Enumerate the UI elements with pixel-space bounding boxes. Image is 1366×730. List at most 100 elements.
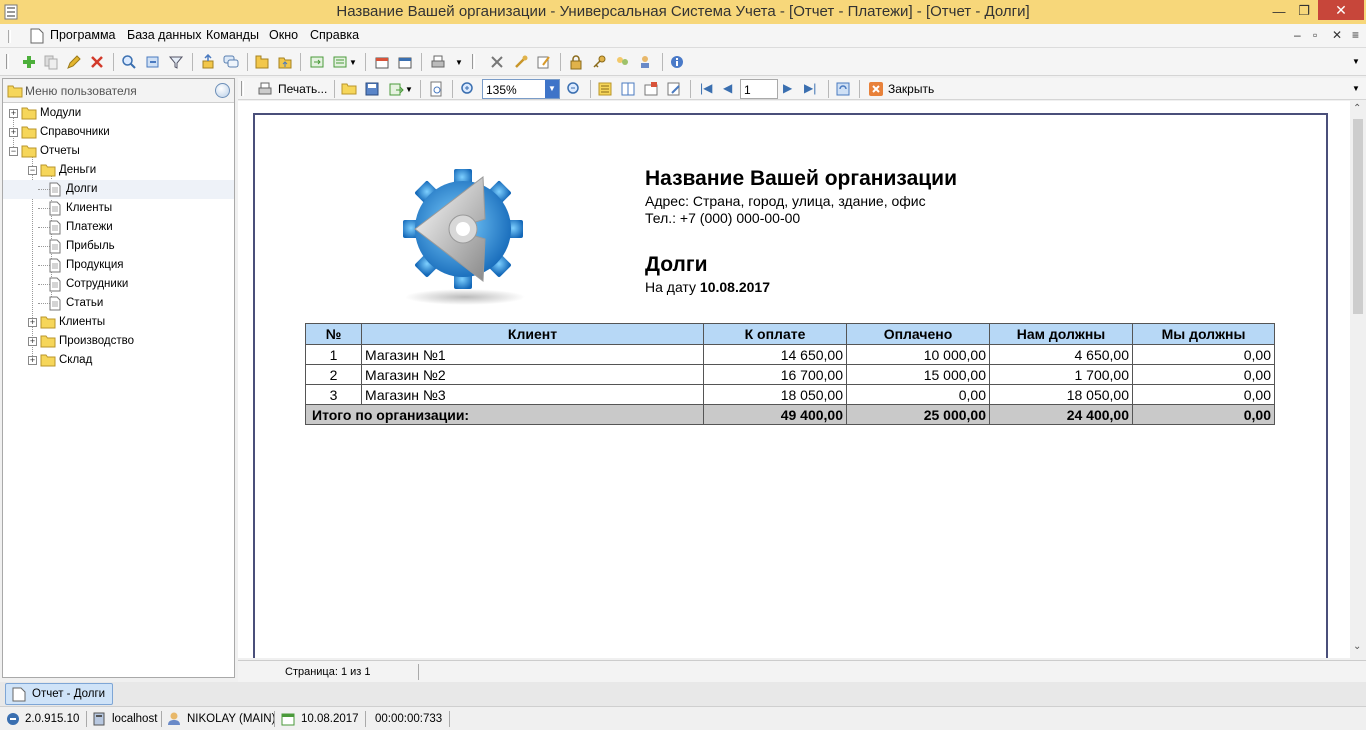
- mdi-minimize-button[interactable]: –: [1294, 28, 1301, 42]
- print-dropdown-icon[interactable]: ▼: [455, 58, 471, 74]
- close-report-icon[interactable]: [868, 81, 884, 97]
- scroll-down-icon[interactable]: ⌄: [1353, 641, 1361, 652]
- collapse-panel-button[interactable]: [215, 83, 230, 98]
- print-button[interactable]: Печать...: [278, 82, 327, 96]
- open-icon[interactable]: [341, 81, 357, 97]
- page-preview-icon[interactable]: [428, 81, 444, 97]
- next-page-button[interactable]: ▶: [783, 81, 799, 97]
- search-icon[interactable]: [121, 54, 137, 70]
- tree-item-debts[interactable]: Долги: [3, 180, 234, 199]
- refresh-icon[interactable]: [145, 54, 161, 70]
- tools-icon[interactable]: [489, 54, 505, 70]
- expand-icon[interactable]: +: [28, 356, 37, 365]
- tree-item-directories[interactable]: + Справочники: [3, 123, 234, 142]
- sort-icon[interactable]: [200, 54, 216, 70]
- thumbnails-icon[interactable]: [620, 81, 636, 97]
- print-icon[interactable]: [430, 54, 446, 70]
- edit-page-icon[interactable]: [666, 81, 682, 97]
- close-window-button[interactable]: ✕: [1318, 0, 1364, 20]
- key-icon[interactable]: [591, 54, 607, 70]
- info-icon[interactable]: [669, 54, 685, 70]
- page-number-input[interactable]: 1: [740, 79, 778, 99]
- export-report-icon[interactable]: [388, 81, 404, 97]
- toolbar-grip[interactable]: [6, 54, 9, 69]
- refresh-report-icon[interactable]: [835, 81, 851, 97]
- lock-icon[interactable]: [568, 54, 584, 70]
- zoom-dropdown-icon[interactable]: ▼: [545, 80, 559, 98]
- first-page-button[interactable]: |◀: [700, 81, 716, 97]
- zoom-select[interactable]: 135% ▼: [482, 79, 560, 99]
- toolbar-overflow-icon[interactable]: ▼: [1352, 57, 1360, 66]
- printer-icon[interactable]: [257, 81, 273, 97]
- zoom-out-icon[interactable]: [566, 81, 582, 97]
- scroll-up-icon[interactable]: ⌃: [1353, 103, 1361, 114]
- folder-up-icon[interactable]: [277, 54, 293, 70]
- expand-icon[interactable]: +: [28, 318, 37, 327]
- filter-icon[interactable]: [168, 54, 184, 70]
- tree-item-label: Долги: [66, 183, 98, 195]
- outline-icon[interactable]: [597, 81, 613, 97]
- new-window-icon[interactable]: [374, 54, 390, 70]
- vertical-scrollbar[interactable]: ⌃ ⌄: [1350, 101, 1366, 658]
- scrollbar-thumb[interactable]: [1353, 119, 1363, 314]
- report-toolbar-overflow-icon[interactable]: ▼: [1352, 84, 1360, 93]
- tree-item-profit[interactable]: Прибыль: [3, 237, 234, 256]
- last-page-button[interactable]: ▶|: [804, 81, 820, 97]
- toolbar-separator: [662, 53, 663, 71]
- expand-icon[interactable]: +: [28, 337, 37, 346]
- report-page: Название Вашей организации Адрес: Страна…: [253, 113, 1328, 658]
- minimize-button[interactable]: —: [1267, 2, 1291, 20]
- mdi-close-button[interactable]: ✕: [1332, 28, 1342, 42]
- copy-icon[interactable]: [43, 54, 59, 70]
- tree-item-warehouse[interactable]: + Склад: [3, 351, 234, 370]
- toolbar-grip[interactable]: [241, 81, 244, 96]
- users-icon[interactable]: [614, 54, 630, 70]
- export-icon[interactable]: [309, 54, 325, 70]
- expand-icon[interactable]: +: [9, 128, 18, 137]
- menu-commands[interactable]: Команды: [206, 28, 259, 42]
- user-settings-icon[interactable]: [638, 54, 654, 70]
- mdi-menu-chevron-icon[interactable]: ≡: [1352, 28, 1359, 42]
- tree-item-production[interactable]: + Производство: [3, 332, 234, 351]
- tree-item-reports[interactable]: − Отчеты: [3, 142, 234, 161]
- tree-item-payments[interactable]: Платежи: [3, 218, 234, 237]
- menu-window[interactable]: Окно: [269, 28, 298, 42]
- notes-icon[interactable]: [536, 54, 552, 70]
- export-dropdown-icon[interactable]: ▼: [405, 85, 413, 94]
- import-dropdown-icon[interactable]: ▼: [349, 58, 365, 74]
- zoom-in-icon[interactable]: [460, 81, 476, 97]
- collapse-icon[interactable]: −: [28, 166, 37, 175]
- toolbar-grip[interactable]: [472, 54, 475, 69]
- collapse-icon[interactable]: −: [9, 147, 18, 156]
- menu-help[interactable]: Справка: [310, 28, 359, 42]
- delete-icon[interactable]: [89, 54, 105, 70]
- mdi-restore-button[interactable]: ▫: [1313, 28, 1317, 42]
- restore-button[interactable]: ❐: [1292, 2, 1316, 20]
- tree-item-money[interactable]: − Деньги: [3, 161, 234, 180]
- settings-icon[interactable]: [513, 54, 529, 70]
- page-settings-icon[interactable]: [643, 81, 659, 97]
- folder-tree-icon[interactable]: [254, 54, 270, 70]
- document-icon: [49, 296, 61, 311]
- tree-item-clients[interactable]: + Клиенты: [3, 313, 234, 332]
- tree-item-products[interactable]: Продукция: [3, 256, 234, 275]
- comments-icon[interactable]: [223, 54, 239, 70]
- we-owe-cell: 0,00: [1132, 384, 1275, 405]
- close-window-icon[interactable]: [397, 54, 413, 70]
- tab-debts-report[interactable]: Отчет - Долги: [5, 683, 113, 705]
- menu-program[interactable]: Программа: [50, 28, 116, 42]
- expand-icon[interactable]: +: [9, 109, 18, 118]
- report-title: Долги: [645, 253, 708, 276]
- menu-database[interactable]: База данных: [127, 28, 201, 42]
- tree-item-clients-report[interactable]: Клиенты: [3, 199, 234, 218]
- edit-icon[interactable]: [66, 54, 82, 70]
- close-report-button[interactable]: Закрыть: [888, 82, 934, 96]
- tree-item-articles[interactable]: Статьи: [3, 294, 234, 313]
- prev-page-button[interactable]: ◀: [723, 81, 739, 97]
- tree-item-employees[interactable]: Сотрудники: [3, 275, 234, 294]
- save-icon[interactable]: [364, 81, 380, 97]
- menu-grip[interactable]: [8, 30, 11, 43]
- tree-item-modules[interactable]: + Модули: [3, 104, 234, 123]
- add-icon[interactable]: [21, 54, 37, 70]
- import-icon[interactable]: [332, 54, 348, 70]
